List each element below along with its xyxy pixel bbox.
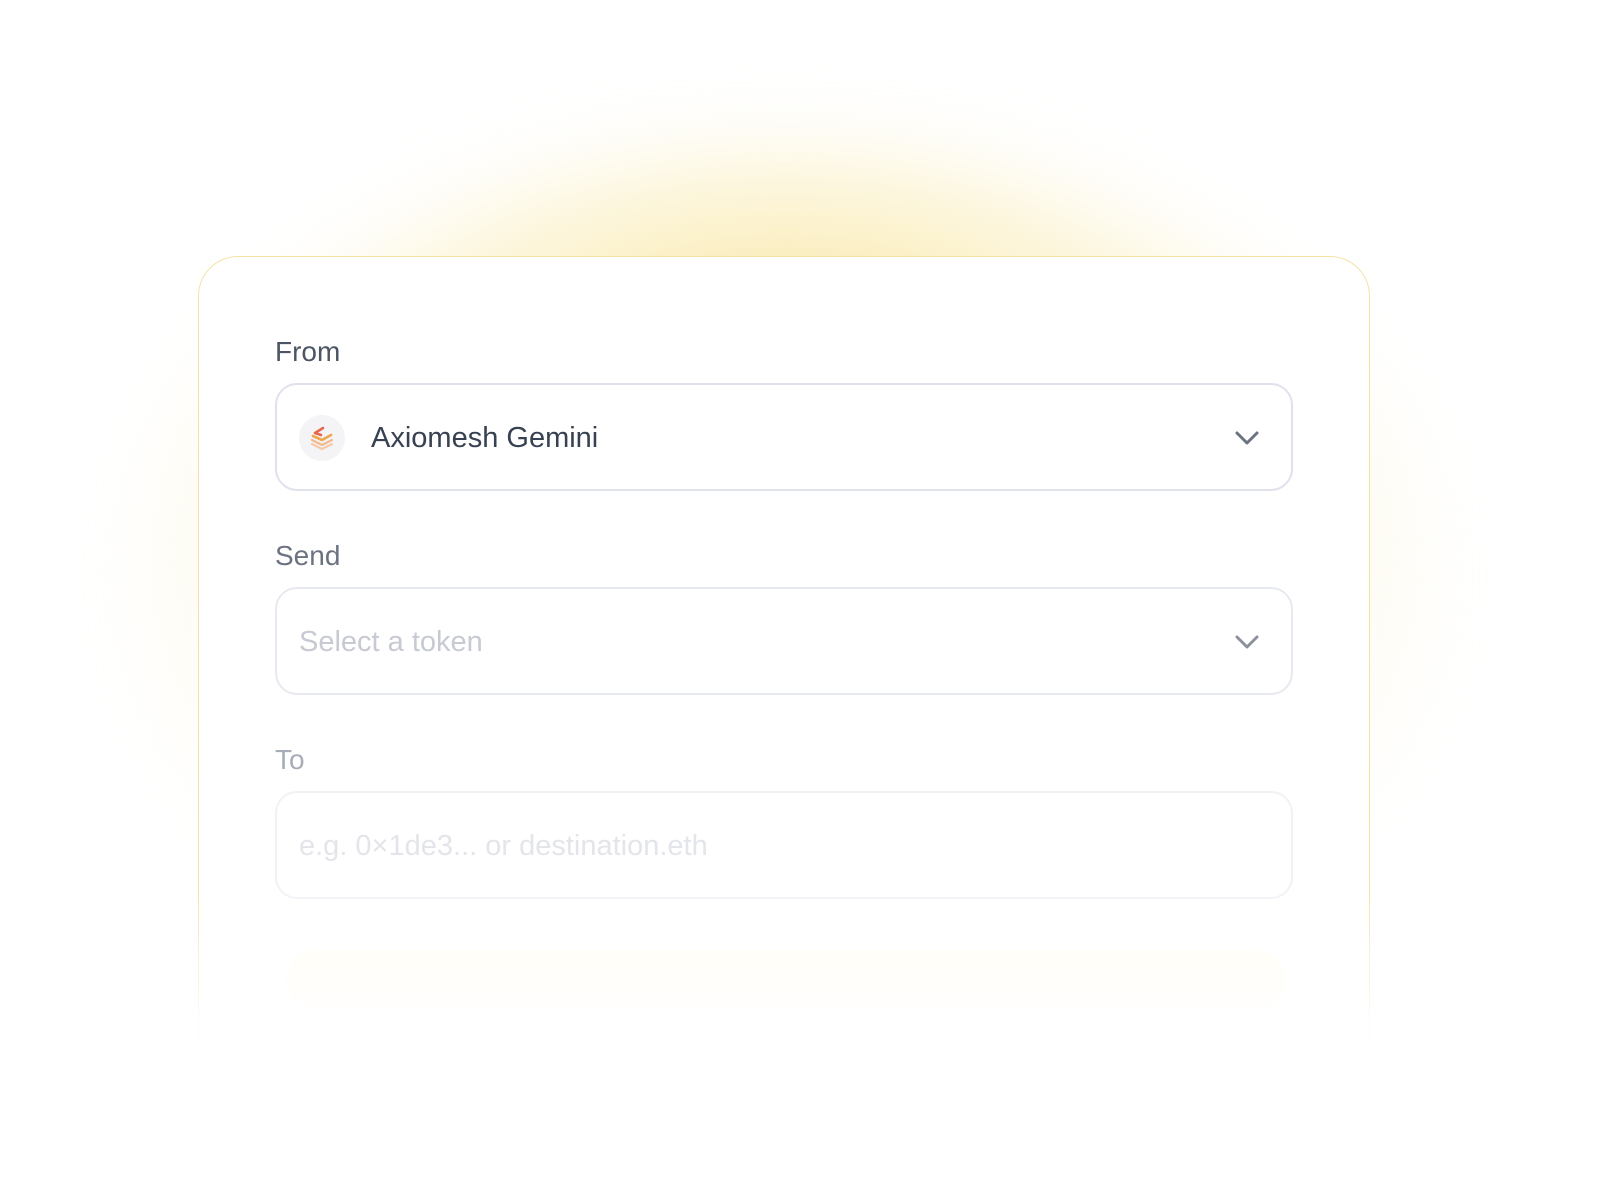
from-label: From — [275, 336, 341, 367]
axiomesh-logo-icon — [299, 415, 345, 461]
send-label: Send — [275, 540, 341, 571]
token-select-placeholder: Select a token — [299, 626, 483, 658]
stage: From Axiomesh Gemini Send Select a token — [0, 0, 1600, 1202]
token-select[interactable]: Select a token — [275, 587, 1293, 695]
chevron-down-icon[interactable] — [1233, 629, 1261, 655]
bottom-fade-overlay — [0, 880, 1600, 1202]
from-selected-account: Axiomesh Gemini — [371, 422, 599, 454]
chevron-down-icon[interactable] — [1233, 425, 1261, 451]
from-select[interactable]: Axiomesh Gemini — [275, 383, 1293, 491]
to-label: To — [275, 744, 305, 775]
destination-address-placeholder: e.g. 0×1de3... or destination.eth — [299, 830, 708, 862]
